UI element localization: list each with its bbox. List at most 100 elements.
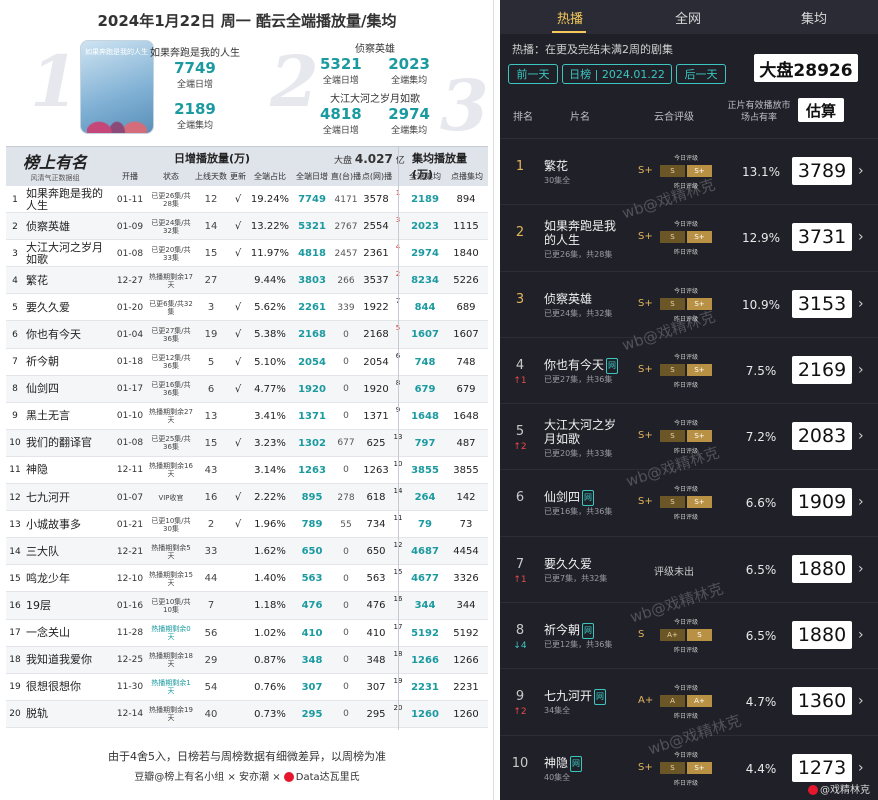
cell-rank: 16 xyxy=(9,600,21,611)
cell-upd: √ xyxy=(234,302,242,314)
next-day-button[interactable]: 后一天 xyxy=(676,64,726,84)
current-rating: S+ xyxy=(638,363,653,375)
estimate-box: 3789 xyxy=(792,157,852,185)
today-rating-label: 今日评级 xyxy=(674,287,699,295)
cell-avg: 5192 xyxy=(411,627,439,639)
big-rank-1: 1 xyxy=(30,40,79,123)
chevron-right-icon[interactable]: › xyxy=(858,760,864,776)
cell-days: 16 xyxy=(204,492,218,504)
left-panel: 2024年1月22日 周一 酷云全端播放量/集均 1 2 3 如果奔跑是我的人生… xyxy=(0,0,494,800)
col-rank: 排名 xyxy=(513,112,533,123)
cell-rank: 4 xyxy=(12,275,18,286)
brand-logo: 榜上有名 风清气正数据组 xyxy=(22,153,87,182)
cell-date: 12-14 xyxy=(116,709,144,720)
cell-date: 11-30 xyxy=(116,682,144,693)
ranking-row[interactable]: 6 仙剑四网已更16集，共36集 今日评级 S+ S S+ 昨日评级 6.6% 190… xyxy=(500,469,878,535)
cell-avg: 1607 xyxy=(411,329,439,341)
cell-date: 01-11 xyxy=(116,194,144,205)
table-row: 11神隐12-11热播期剩余16天433.14%1263012631038553… xyxy=(6,457,488,485)
market-share: 4.4% xyxy=(745,761,777,776)
chevron-right-icon[interactable]: › xyxy=(858,362,864,378)
table-row: 8仙剑四01-17已更16集/共36集6√4.77%19200192086796… xyxy=(6,375,488,403)
cell-status: 已更25集/共36集 xyxy=(151,435,191,452)
table-row: 1 如果奔跑是我的人生 01-11 已更26集/共28集 12 √ 19.24% 7749 41… xyxy=(6,186,488,214)
episode-info: 已更12集，共36集 xyxy=(544,640,613,650)
cell-dian: 2361 xyxy=(363,248,389,260)
cell-date: 01-10 xyxy=(116,411,144,422)
chevron-right-icon[interactable]: › xyxy=(858,229,864,245)
cell-upd: √ xyxy=(234,248,242,260)
ranking-row[interactable]: 8 ↓4 祈今朝网已更12集，共36集 今日评级 S A+ S 昨日评级 6.5% 18… xyxy=(500,602,878,668)
cell-rank: 9 xyxy=(12,411,18,422)
cell-share: 11.97% xyxy=(250,248,290,260)
cell-share: 3.23% xyxy=(254,437,286,449)
cell-share: 19.24% xyxy=(250,194,290,205)
rating-gauge: 今日评级 S+ S S+ 昨日评级 xyxy=(638,219,728,256)
estimate-box: 1360 xyxy=(792,687,852,716)
cell-avg: 679 xyxy=(414,383,436,395)
rating-segment: S+ xyxy=(687,231,712,244)
cell-pavg: 3326 xyxy=(453,573,479,585)
rating-gauge: 今日评级 S A+ S 昨日评级 xyxy=(638,617,728,654)
cell-status: 热播期剩余15天 xyxy=(149,570,193,587)
cell-days: 43 xyxy=(204,464,218,476)
cell-dian: 348 xyxy=(366,654,386,666)
cell-share: 13.22% xyxy=(250,221,290,233)
network-badge: 网 xyxy=(582,490,595,507)
cell-upd xyxy=(228,620,248,647)
episode-info: 已更24集，共32集 xyxy=(544,308,613,318)
cell-all: 410 xyxy=(301,627,323,639)
chevron-right-icon[interactable]: › xyxy=(858,693,864,709)
cell-dian: 618 xyxy=(366,492,386,504)
cell-status: VIP收官 xyxy=(158,493,184,502)
cell-name: 神隐 xyxy=(26,463,48,477)
rank-number: 8 xyxy=(515,623,525,639)
chevron-right-icon[interactable]: › xyxy=(858,494,864,510)
cell-avg: 8234 xyxy=(411,275,439,287)
chevron-right-icon[interactable]: › xyxy=(858,627,864,643)
ranking-row[interactable]: 4 ↑1 你也有今天网已更27集，共36集 今日评级 S+ S S+ 昨日评级 7.5… xyxy=(500,336,878,403)
table-row: 5要久久爱01-20已更6集/共32集3√5.62%22613391922784… xyxy=(6,294,488,322)
chevron-right-icon[interactable]: › xyxy=(858,428,864,444)
cell-upd xyxy=(228,457,248,484)
rating-segment: S xyxy=(660,231,685,244)
ranking-row[interactable]: 2 如果奔跑是我的人生 已更26集，共28集 今日评级 S+ S S+ 昨日评级 12… xyxy=(500,204,878,270)
market-share: 4.7% xyxy=(745,695,777,710)
date-selector[interactable]: 日榜 | 2024.01.22 xyxy=(562,64,672,84)
show-title: 大江大河之岁月如歌 xyxy=(544,418,617,447)
network-badge: 网 xyxy=(570,755,583,772)
cell-upd: √ xyxy=(234,221,242,233)
cell-avg: 1648 xyxy=(411,410,439,422)
cell-share: 0.76% xyxy=(254,681,286,693)
cell-date: 01-21 xyxy=(116,519,144,530)
cell-pavg: 679 xyxy=(456,383,476,395)
chevron-right-icon[interactable]: › xyxy=(858,561,864,577)
market-share: 6.5% xyxy=(745,629,777,644)
highlight-1: 如果奔跑是我的人生 7749 全端日增 2189 全端集均 xyxy=(150,48,240,131)
cell-rank: 10 xyxy=(9,438,21,449)
cell-dian: 2054 xyxy=(363,356,389,368)
cell-avg: 844 xyxy=(414,302,436,314)
tab-avg[interactable]: 集均 xyxy=(784,8,844,27)
cell-zhi: 266 xyxy=(337,275,355,286)
table-row: 4繁花12-27热播期剩余17天279.44%38032663537282345… xyxy=(6,267,488,295)
cell-days: 7 xyxy=(207,600,215,612)
cell-all: 348 xyxy=(301,654,323,666)
tab-hot[interactable]: 热播 xyxy=(540,8,600,27)
rating-bar: S S+ xyxy=(660,496,714,509)
chevron-right-icon[interactable]: › xyxy=(858,296,864,312)
table-row: 17一念关山11-28热播期剩余0天561.02%410041017519251… xyxy=(6,620,488,647)
chevron-right-icon[interactable]: › xyxy=(858,163,864,179)
cell-date: 12-27 xyxy=(116,275,144,286)
cell-all: 1920 xyxy=(298,383,326,395)
estimate-box: 1880 xyxy=(792,554,852,583)
network-badge: 网 xyxy=(594,689,607,706)
cell-date: 12-11 xyxy=(116,465,144,476)
cell-name: 大江大河之岁月如歌 xyxy=(26,240,103,266)
cell-pavg: 4454 xyxy=(453,546,479,558)
prev-day-button[interactable]: 前一天 xyxy=(508,64,558,84)
footer-credit: 豆瓣@榜上有名小组 × 安亦潮 × Data达瓦里氏 xyxy=(134,772,360,783)
tab-all-network[interactable]: 全网 xyxy=(658,8,718,27)
footer-credit: @戏精林克 xyxy=(808,781,870,796)
cell-dian: 3578 xyxy=(363,194,389,205)
